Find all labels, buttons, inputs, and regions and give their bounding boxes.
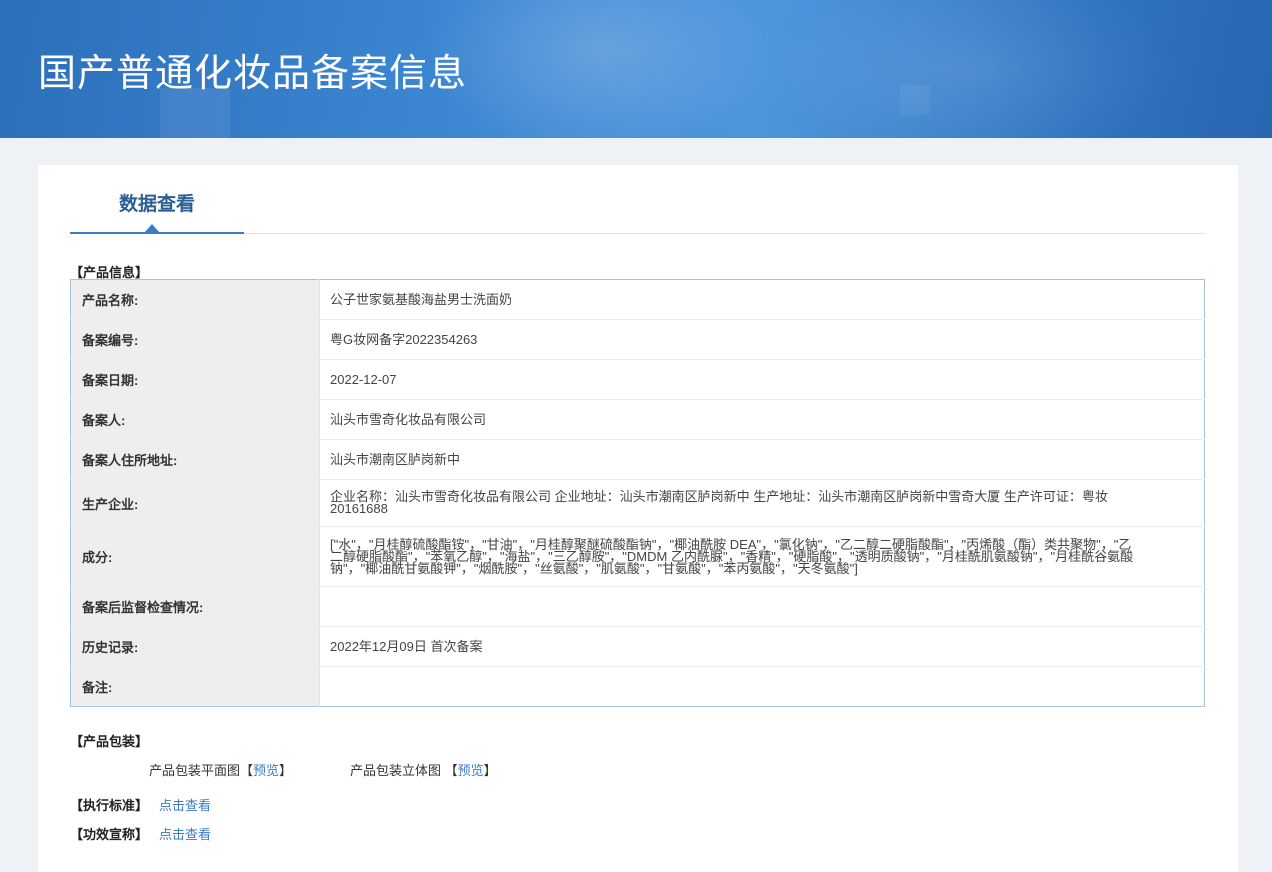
- tab-active-underline: [70, 232, 244, 234]
- table-row: 备案后监督检查情况:: [70, 586, 1205, 627]
- standard-view-link[interactable]: 点击查看: [159, 795, 211, 814]
- row-label-registrant: 备案人:: [70, 399, 320, 440]
- header-banner: 国产普通化妆品备案信息: [0, 0, 1272, 138]
- table-row: 备案编号: 粤G妆网备字2022354263: [70, 319, 1205, 360]
- table-row: 成分: ["水"，"月桂醇硫酸酯铵"，"甘油"，"月桂醇聚醚硫酸酯钠"，"椰油酰…: [70, 526, 1205, 587]
- package-flat-preview-link[interactable]: 预览: [253, 763, 279, 778]
- row-value-ingredients: ["水"，"月桂醇硫酸酯铵"，"甘油"，"月桂醇聚醚硫酸酯钠"，"椰油酰胺 DE…: [319, 526, 1205, 587]
- row-label-record-date: 备案日期:: [70, 359, 320, 400]
- row-value-manufacturer: 企业名称：汕头市雪奇化妆品有限公司 企业地址：汕头市潮南区胪岗新中 生产地址：汕…: [319, 479, 1205, 527]
- row-value-supervision: [319, 586, 1205, 627]
- row-value-registrant: 汕头市雪奇化妆品有限公司: [319, 399, 1205, 440]
- banner-decoration: [760, 0, 1180, 138]
- table-row: 备案人住所地址: 汕头市潮南区胪岗新中: [70, 439, 1205, 480]
- row-value-remarks: [320, 667, 1205, 707]
- table-row: 历史记录: 2022年12月09日 首次备案: [70, 626, 1205, 667]
- section-efficacy: 【功效宣称】: [70, 827, 149, 842]
- row-label-product-name: 产品名称:: [70, 279, 320, 320]
- row-label-manufacturer: 生产企业:: [70, 479, 320, 527]
- row-label-history: 历史记录:: [70, 626, 320, 667]
- table-row: 备案人: 汕头市雪奇化妆品有限公司: [70, 399, 1205, 440]
- package-stereo-label: 产品包装立体图: [350, 763, 442, 778]
- efficacy-view-link[interactable]: 点击查看: [159, 824, 211, 843]
- row-value-product-name: 公子世家氨基酸海盐男士洗面奶: [319, 279, 1205, 320]
- tab-divider: [244, 233, 1206, 234]
- table-row: 生产企业: 企业名称：汕头市雪奇化妆品有限公司 企业地址：汕头市潮南区胪岗新中 …: [70, 479, 1205, 527]
- table-row: 备案日期: 2022-12-07: [70, 359, 1205, 400]
- bracket-close: 】: [483, 763, 497, 778]
- page-title: 国产普通化妆品备案信息: [38, 53, 468, 95]
- bracket-close: 】: [279, 763, 293, 778]
- row-value-history: 2022年12月09日 首次备案: [319, 626, 1205, 667]
- table-row: 产品名称: 公子世家氨基酸海盐男士洗面奶: [70, 279, 1205, 320]
- package-flat-item: 产品包装平面图【预览】: [149, 760, 292, 779]
- row-value-registrant-address: 汕头市潮南区胪岗新中: [319, 439, 1205, 480]
- table-row: 备注:: [70, 666, 1205, 707]
- product-info-table: 产品名称: 公子世家氨基酸海盐男士洗面奶 备案编号: 粤G妆网备字2022354…: [70, 279, 1205, 707]
- banner-decoration: [420, 0, 780, 138]
- row-value-record-number: 粤G妆网备字2022354263: [319, 319, 1205, 360]
- section-standard: 【执行标准】: [70, 798, 149, 813]
- section-packaging: 【产品包装】: [70, 734, 149, 749]
- row-label-supervision: 备案后监督检查情况:: [70, 586, 320, 627]
- row-label-record-number: 备案编号:: [70, 319, 320, 360]
- bracket-open: 【: [444, 763, 458, 778]
- package-stereo-preview-link[interactable]: 预览: [458, 763, 484, 778]
- row-label-registrant-address: 备案人住所地址:: [70, 439, 320, 480]
- content-panel: 数据查看 【产品信息】 产品名称: 公子世家氨基酸海盐男士洗面奶 备案编号: 粤…: [38, 165, 1238, 872]
- row-label-ingredients: 成分:: [70, 526, 320, 587]
- package-flat-label: 产品包装平面图: [149, 763, 241, 778]
- package-stereo-item: 产品包装立体图 【预览】: [350, 760, 497, 779]
- bracket-open: 【: [240, 763, 254, 778]
- row-label-remarks: 备注:: [70, 666, 320, 707]
- tab-caret-icon: [145, 224, 159, 232]
- banner-decoration: [900, 85, 930, 115]
- row-value-record-date: 2022-12-07: [319, 359, 1205, 400]
